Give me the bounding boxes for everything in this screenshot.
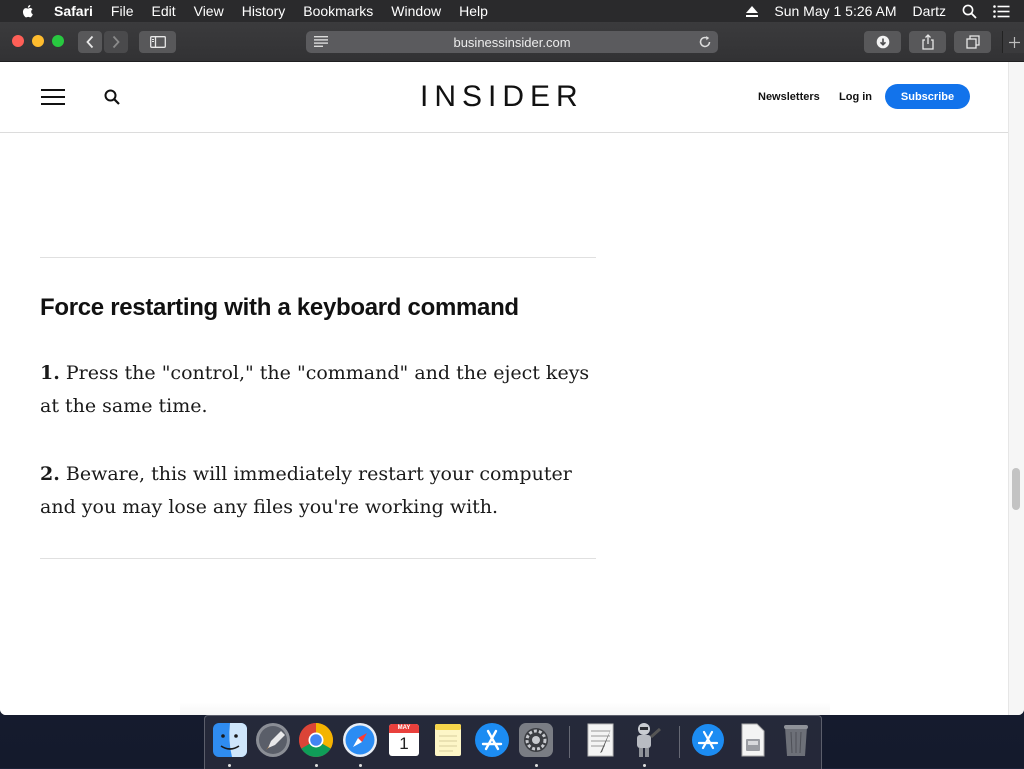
app-store-download-icon[interactable] (689, 721, 727, 759)
finder-running-indicator (228, 764, 231, 767)
automator-icon[interactable] (625, 721, 663, 759)
sidebar-icon (149, 36, 166, 48)
login-link[interactable]: Log in (839, 91, 872, 103)
system-preferences-icon[interactable] (517, 721, 555, 759)
notes-icon[interactable] (429, 721, 467, 759)
finder-icon[interactable] (211, 721, 249, 759)
share-icon (921, 34, 934, 50)
menu-history[interactable]: History (242, 3, 286, 19)
chevron-left-icon (86, 35, 94, 49)
step-2-number: 2. (40, 463, 60, 485)
hamburger-menu-icon[interactable] (41, 88, 65, 106)
step-2-text: Beware, this will immediately restart yo… (40, 463, 572, 518)
search-icon[interactable] (104, 89, 120, 105)
dock-separator-2 (679, 726, 680, 758)
menu-bar: Safari File Edit View History Bookmarks … (0, 0, 1024, 22)
safari-window: businessinsider.com INSIDER Newsletters … (0, 22, 1024, 715)
notification-center-icon[interactable] (993, 4, 1010, 18)
textedit-icon[interactable] (581, 721, 619, 759)
window-minimize-button[interactable] (32, 35, 44, 47)
scrollbar-thumb[interactable] (1012, 468, 1020, 510)
sticky-shadow (180, 702, 830, 715)
chrome-running-indicator (315, 764, 318, 767)
menubar-user[interactable]: Dartz (913, 3, 946, 19)
address-bar[interactable]: businessinsider.com (306, 31, 718, 53)
apple-menu-icon[interactable] (20, 3, 36, 19)
newsletters-link[interactable]: Newsletters (758, 91, 820, 103)
menu-help[interactable]: Help (459, 3, 488, 19)
menu-view[interactable]: View (194, 3, 224, 19)
safari-icon[interactable] (341, 721, 379, 759)
calendar-month: MAY (397, 725, 411, 731)
step-1: 1. Press the "control," the "command" an… (40, 357, 600, 423)
plus-icon (1008, 36, 1020, 48)
window-close-button[interactable] (12, 35, 24, 47)
forward-button[interactable] (104, 31, 128, 53)
menu-file[interactable]: File (111, 3, 134, 19)
menu-window[interactable]: Window (391, 3, 441, 19)
system-preferences-running-indicator (535, 764, 538, 767)
chevron-right-icon (112, 35, 120, 49)
menubar-clock[interactable]: Sun May 1 5:26 AM (774, 3, 896, 19)
automator-running-indicator (643, 764, 646, 767)
window-fullscreen-button[interactable] (52, 35, 64, 47)
address-url: businessinsider.com (453, 34, 571, 50)
downloads-button[interactable] (864, 31, 901, 53)
reader-view-icon[interactable] (314, 36, 328, 47)
download-icon (876, 35, 889, 49)
disk-image-icon[interactable] (733, 721, 771, 759)
reload-icon[interactable] (698, 35, 712, 49)
app-store-icon[interactable] (473, 721, 511, 759)
step-1-text: Press the "control," the "command" and t… (40, 362, 590, 417)
menu-edit[interactable]: Edit (151, 3, 175, 19)
insider-logo[interactable]: INSIDER (420, 80, 584, 114)
browser-toolbar: businessinsider.com (0, 22, 1024, 62)
trash-icon[interactable] (777, 721, 815, 759)
menu-bookmarks[interactable]: Bookmarks (303, 3, 373, 19)
web-page: INSIDER Newsletters Log in Subscribe For… (0, 62, 1008, 715)
sidebar-toggle-button[interactable] (139, 31, 176, 53)
step-2: 2. Beware, this will immediately restart… (40, 458, 600, 524)
safari-running-indicator (359, 764, 362, 767)
launchpad-icon[interactable] (254, 721, 292, 759)
tab-overview-button[interactable] (954, 31, 991, 53)
back-button[interactable] (78, 31, 102, 53)
article-heading: Force restarting with a keyboard command (40, 294, 519, 321)
dock-separator (569, 726, 570, 758)
calendar-day: 1 (399, 734, 409, 753)
step-1-number: 1. (40, 362, 60, 384)
dock: MAY 1 (204, 715, 822, 769)
spotlight-search-icon[interactable] (962, 4, 977, 19)
subscribe-button[interactable]: Subscribe (885, 84, 970, 109)
site-header: INSIDER Newsletters Log in Subscribe (0, 62, 1008, 133)
section-divider-bottom (40, 558, 596, 559)
menu-app-safari[interactable]: Safari (54, 3, 93, 19)
vertical-scrollbar[interactable] (1008, 62, 1024, 715)
section-divider-top (40, 257, 596, 258)
share-button[interactable] (909, 31, 946, 53)
new-tab-button[interactable] (1002, 31, 1024, 53)
chrome-icon[interactable] (297, 721, 335, 759)
eject-icon[interactable] (746, 5, 759, 17)
calendar-icon[interactable]: MAY 1 (385, 721, 423, 759)
tabs-icon (965, 35, 980, 49)
